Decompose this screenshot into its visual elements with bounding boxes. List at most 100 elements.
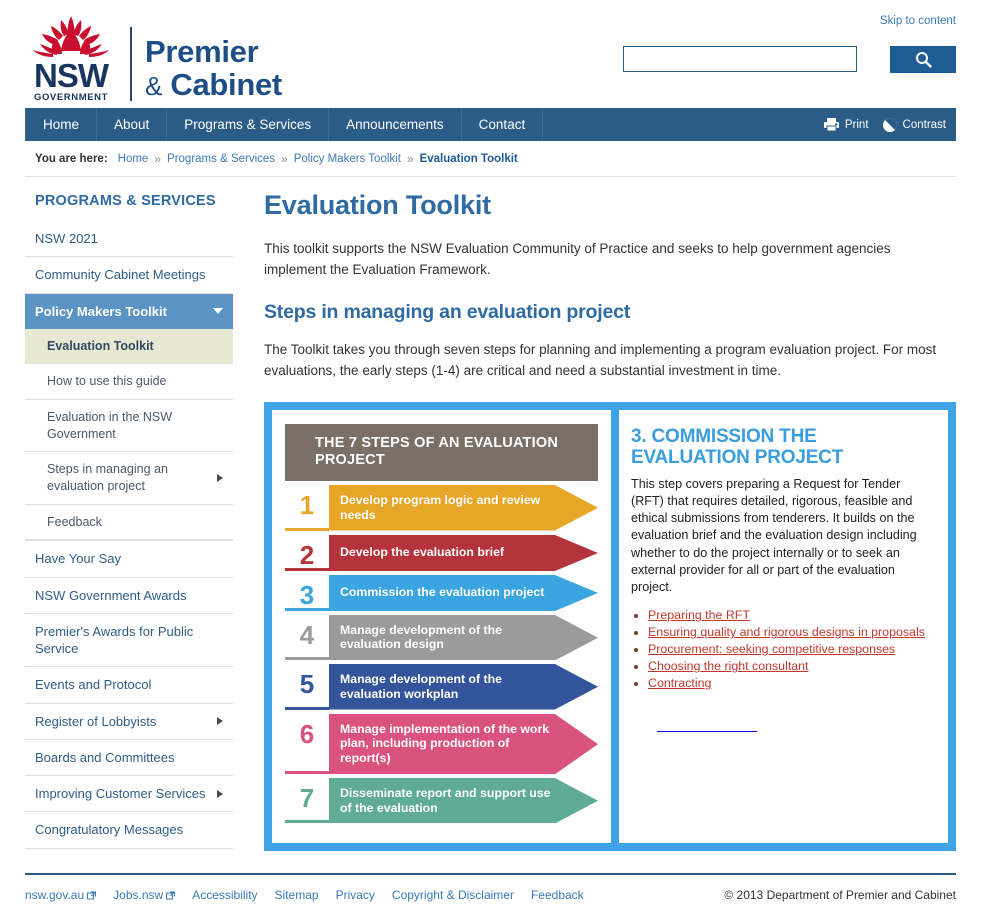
breadcrumb-item-evaluation-toolkit: Evaluation Toolkit bbox=[419, 153, 518, 165]
step-row-2[interactable]: 2 Develop the evaluation brief bbox=[285, 534, 598, 575]
government-wordmark: GOVERNMENT bbox=[33, 92, 109, 103]
detail-link-preparing-the-rft[interactable]: Preparing the RFT bbox=[648, 608, 750, 622]
footer-link-feedback[interactable]: Feedback bbox=[531, 888, 584, 902]
detail-link-choosing-consultant[interactable]: Choosing the right consultant bbox=[648, 659, 809, 673]
step-underline bbox=[285, 607, 329, 611]
step-row-6[interactable]: 6 Manage implementation of the work plan… bbox=[285, 713, 598, 778]
search-button[interactable] bbox=[890, 46, 956, 73]
step-detail-card: 3. COMMISSION THE EVALUATION PROJECT Thi… bbox=[619, 409, 948, 844]
sidebar-item-have-your-say[interactable]: Have Your Say bbox=[25, 541, 233, 578]
breadcrumb-label: You are here: bbox=[35, 153, 108, 165]
sidebar-item-label: Congratulatory Messages bbox=[35, 822, 184, 838]
page-root: NSW GOVERNMENT Premier & Cabinet Skip to… bbox=[0, 0, 981, 924]
step-row-1[interactable]: 1 Develop program logic and review needs bbox=[285, 485, 598, 535]
external-link-icon bbox=[166, 891, 176, 900]
nsw-government-logo: NSW GOVERNMENT bbox=[25, 14, 117, 103]
seven-steps-card: THE 7 STEPS OF AN EVALUATION PROJECT 1 D… bbox=[272, 409, 611, 844]
sidebar-item-premiers-awards-for-public-service[interactable]: Premier's Awards for Public Service bbox=[25, 614, 233, 668]
nav-item-contact[interactable]: Contact bbox=[462, 108, 544, 141]
nav-item-announcements[interactable]: Announcements bbox=[329, 108, 462, 141]
sidebar-item-improving-customer-services[interactable]: Improving Customer Services bbox=[25, 776, 233, 813]
find-out-more-label: Find out more bbox=[657, 717, 757, 735]
sidebar-subitem-feedback[interactable]: Feedback bbox=[25, 505, 233, 541]
footer-link-privacy[interactable]: Privacy bbox=[336, 888, 375, 902]
nav-item-home[interactable]: Home bbox=[25, 108, 98, 141]
nav-item-programs-services[interactable]: Programs & Services bbox=[167, 108, 330, 141]
step-underline bbox=[285, 567, 329, 571]
logo-divider bbox=[130, 26, 132, 101]
skip-to-content-link[interactable]: Skip to content bbox=[880, 15, 956, 27]
sidebar-item-label: Boards and Committees bbox=[35, 749, 175, 765]
print-button[interactable]: Print bbox=[823, 117, 869, 132]
nav-item-about[interactable]: About bbox=[97, 108, 168, 141]
sidebar-item-events-and-protocol[interactable]: Events and Protocol bbox=[25, 667, 233, 704]
step-row-3[interactable]: 3 Commission the evaluation project bbox=[285, 574, 598, 615]
breadcrumb-item-policy-makers-toolkit[interactable]: Policy Makers Toolkit bbox=[294, 153, 401, 165]
sidebar-item-boards-and-committees[interactable]: Boards and Committees bbox=[25, 740, 233, 777]
step-underline bbox=[285, 527, 329, 531]
detail-link-ensuring-quality[interactable]: Ensuring quality and rigorous designs in… bbox=[648, 625, 925, 639]
sidebar-item-congratulatory-messages[interactable]: Congratulatory Messages bbox=[25, 812, 233, 849]
step-row-5[interactable]: 5 Manage development of the evaluation w… bbox=[285, 664, 598, 714]
sidebar-subitem-evaluation-in-the-nsw-government[interactable]: Evaluation in the NSW Government bbox=[25, 400, 233, 453]
step-underline bbox=[285, 706, 329, 710]
step-number: 6 bbox=[299, 718, 315, 749]
primary-navigation: Home About Programs & Services Announcem… bbox=[25, 108, 956, 141]
breadcrumb: You are here: Home » Programs & Services… bbox=[25, 141, 956, 177]
list-item[interactable]: Ensuring quality and rigorous designs in… bbox=[648, 625, 932, 639]
detail-link-contracting[interactable]: Contracting bbox=[648, 676, 711, 690]
step-arrow[interactable]: Manage development of the evaluation wor… bbox=[329, 664, 598, 710]
footer-link-label: Jobs.nsw bbox=[113, 888, 164, 903]
step-number-col: 5 bbox=[285, 664, 329, 714]
step-arrow[interactable]: Manage implementation of the work plan, … bbox=[329, 713, 598, 774]
footer-link-jobs-nsw[interactable]: Jobs.nsw bbox=[113, 888, 176, 903]
breadcrumb-item-programs-services[interactable]: Programs & Services bbox=[167, 153, 275, 165]
step-arrow[interactable]: Manage development of the evaluation des… bbox=[329, 614, 598, 661]
nsw-wordmark: NSW bbox=[34, 57, 109, 94]
step-arrow[interactable]: Disseminate report and support use of th… bbox=[329, 777, 598, 824]
step-label: Develop program logic and review needs bbox=[340, 493, 541, 522]
sidebar-heading: PROGRAMS & SERVICES bbox=[35, 193, 216, 209]
sidebar-item-label: Register of Lobbyists bbox=[35, 713, 157, 729]
breadcrumb-item-home[interactable]: Home bbox=[118, 153, 149, 165]
chevron-right-icon bbox=[217, 717, 223, 726]
step-arrow[interactable]: Commission the evaluation project bbox=[329, 574, 598, 611]
site-logo[interactable]: NSW GOVERNMENT Premier & Cabinet bbox=[25, 14, 282, 103]
sidebar-subitem-steps-in-managing-an-evaluation-project[interactable]: Steps in managing an evaluation project bbox=[25, 452, 233, 505]
sidebar-item-policy-makers-toolkit[interactable]: Policy Makers Toolkit Evaluation Toolkit… bbox=[25, 293, 233, 542]
step-arrow[interactable]: Develop program logic and review needs bbox=[329, 485, 598, 531]
site-header: NSW GOVERNMENT Premier & Cabinet Skip to… bbox=[0, 0, 981, 108]
copyright-text: © 2013 Department of Premier and Cabinet bbox=[724, 888, 956, 903]
step-label: Disseminate report and support use of th… bbox=[340, 785, 551, 815]
sidebar-submenu: Evaluation Toolkit How to use this guide… bbox=[25, 328, 233, 541]
footer-link-copyright-disclaimer[interactable]: Copyright & Disclaimer bbox=[392, 888, 514, 902]
content-body: PROGRAMS & SERVICES NSW 2021 Community C… bbox=[25, 177, 956, 852]
list-item[interactable]: Procurement: seeking competitive respons… bbox=[648, 642, 932, 656]
sidebar-subitem-label: Steps in managing an evaluation project bbox=[47, 462, 168, 493]
sidebar-item-community-cabinet-meetings[interactable]: Community Cabinet Meetings bbox=[25, 257, 233, 294]
find-out-more-button[interactable]: Find out more bbox=[631, 709, 793, 742]
footer-link-sitemap[interactable]: Sitemap bbox=[275, 888, 319, 902]
waratah-lotus-icon bbox=[28, 14, 114, 58]
list-item[interactable]: Contracting bbox=[648, 676, 932, 690]
sidebar-subitem-evaluation-toolkit[interactable]: Evaluation Toolkit bbox=[25, 328, 233, 365]
step-label: Commission the evaluation project bbox=[340, 585, 545, 600]
footer-link-accessibility[interactable]: Accessibility bbox=[192, 888, 257, 902]
detail-link-procurement[interactable]: Procurement: seeking competitive respons… bbox=[648, 642, 895, 656]
footer-link-nsw-gov-au[interactable]: nsw.gov.au bbox=[25, 888, 97, 902]
step-arrow[interactable]: Develop the evaluation brief bbox=[329, 534, 598, 571]
sidebar-item-label: Policy Makers Toolkit bbox=[35, 303, 167, 319]
list-item[interactable]: Choosing the right consultant bbox=[648, 659, 932, 673]
search-input-wrapper[interactable] bbox=[623, 46, 857, 72]
list-item[interactable]: Preparing the RFT bbox=[648, 608, 932, 622]
department-line-2: Cabinet bbox=[170, 67, 282, 103]
contrast-button[interactable]: Contrast bbox=[882, 117, 946, 133]
step-row-4[interactable]: 4 Manage development of the evaluation d… bbox=[285, 614, 598, 665]
sidebar-item-nsw-2021[interactable]: NSW 2021 bbox=[25, 221, 233, 258]
sidebar-item-register-of-lobbyists[interactable]: Register of Lobbyists bbox=[25, 704, 233, 740]
sidebar-item-nsw-government-awards[interactable]: NSW Government Awards bbox=[25, 578, 233, 614]
breadcrumb-separator: » bbox=[281, 152, 288, 166]
sidebar-subitem-how-to-use-this-guide[interactable]: How to use this guide bbox=[25, 364, 233, 401]
step-row-7[interactable]: 7 Disseminate report and support use of … bbox=[285, 777, 598, 828]
search-input[interactable] bbox=[624, 47, 856, 71]
